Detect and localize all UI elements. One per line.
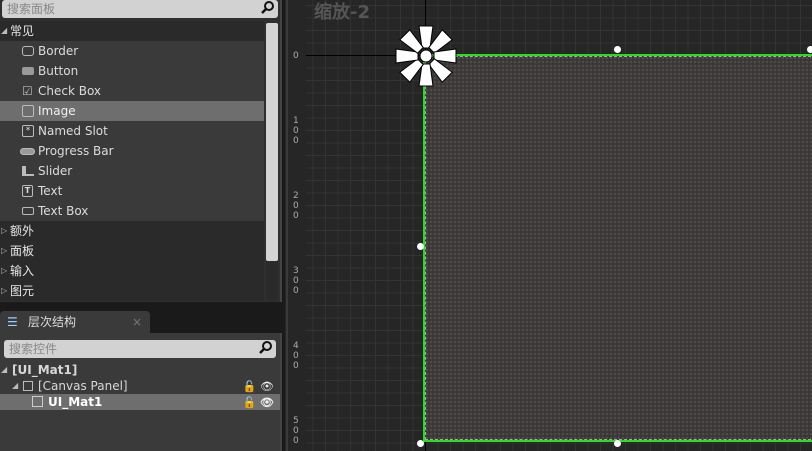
resize-handle-bottom-left[interactable]	[417, 440, 424, 447]
item-label: Border	[38, 44, 79, 58]
zoom-label: 缩放-2	[314, 2, 370, 23]
ruler-label: 300	[293, 266, 299, 296]
expanded-arrow-icon: ◢	[1, 365, 8, 374]
collapsed-arrow-icon: ▷	[1, 226, 8, 235]
tree-item-ui-mat1[interactable]: UI_Mat1 🔓 👁	[0, 394, 280, 410]
checkbox-icon: ☑	[22, 84, 33, 98]
text-icon: T	[22, 185, 33, 197]
collapsed-arrow-icon: ▷	[1, 246, 8, 255]
item-label: Text	[38, 184, 63, 198]
ruler-label: 0	[293, 51, 299, 61]
close-icon[interactable]: ×	[132, 311, 142, 333]
button-icon	[22, 67, 34, 75]
category-label: 面板	[10, 244, 35, 258]
category-input[interactable]: ▷ 输入	[0, 261, 264, 281]
category-primitive[interactable]: ▷ 图元	[0, 281, 264, 301]
tree-label: [Canvas Panel]	[38, 379, 128, 393]
category-label: 输入	[10, 264, 35, 278]
category-label: 额外	[10, 224, 35, 238]
expanded-arrow-icon: ◢	[1, 26, 8, 35]
item-label: Check Box	[38, 84, 102, 98]
tab-hierarchy[interactable]: ☰ 层次结构 ×	[0, 311, 150, 333]
hierarchy-panel: 搜索控件 ◢ [UI_Mat1] ◢ [Canvas Panel] 🔓 👁 UI_Ma…	[0, 333, 282, 451]
tab-label: 层次结构	[28, 315, 77, 329]
category-common[interactable]: ◢ 常见	[0, 21, 264, 41]
border-icon	[22, 46, 34, 56]
row-controls: 🔓 👁	[243, 379, 274, 395]
item-label: Named Slot	[38, 124, 108, 138]
palette-item-border[interactable]: Border	[0, 41, 264, 61]
palette-search-input[interactable]: 搜索面板	[2, 0, 278, 18]
palette-item-image[interactable]: Image	[0, 101, 264, 121]
collapsed-arrow-icon: ▷	[1, 286, 8, 295]
slider-icon	[22, 166, 34, 176]
palette-panel: 搜索面板 ◢ 常见 Border Button ☑ Check Box Image …	[0, 0, 282, 302]
image-widget-ui-mat1[interactable]	[423, 54, 812, 442]
category-label: 常见	[10, 24, 35, 38]
resize-handle-top[interactable]	[614, 46, 621, 53]
canvas-panel-icon	[23, 381, 33, 391]
scrollbar-track[interactable]	[266, 261, 278, 301]
image-icon	[22, 105, 34, 117]
vertical-ruler: 0 100 200 300 400 500	[286, 0, 306, 451]
item-label: Slider	[38, 164, 73, 178]
widget-search-input[interactable]: 搜索控件	[4, 340, 276, 358]
search-placeholder: 搜索控件	[9, 342, 58, 356]
category-extra[interactable]: ▷ 额外	[0, 221, 264, 241]
category-label: 图元	[10, 284, 35, 298]
expanded-arrow-icon: ◢	[12, 381, 19, 390]
item-label: Button	[38, 64, 79, 78]
palette-item-slider[interactable]: Slider	[0, 161, 264, 181]
scrollbar-thumb[interactable]	[266, 23, 278, 261]
palette-item-text-box[interactable]: Text Box	[0, 201, 264, 221]
palette-item-text[interactable]: T Text	[0, 181, 264, 201]
search-icon[interactable]	[259, 341, 272, 354]
progress-bar-icon	[20, 148, 35, 155]
palette-item-checkbox[interactable]: ☑ Check Box	[0, 81, 264, 101]
item-label: Text Box	[38, 204, 89, 218]
palette-item-named-slot[interactable]: * Named Slot	[0, 121, 264, 141]
eye-icon[interactable]: 👁	[260, 380, 274, 393]
text-box-icon	[22, 207, 34, 215]
left-panel: 搜索面板 ◢ 常见 Border Button ☑ Check Box Image …	[0, 0, 285, 451]
ruler-label: 500	[293, 416, 299, 446]
resize-handle-top-right[interactable]	[807, 46, 812, 53]
eye-icon[interactable]: 👁	[260, 396, 274, 409]
designer-canvas[interactable]: 缩放-2	[306, 0, 812, 451]
collapsed-arrow-icon: ▷	[1, 266, 8, 275]
ruler-label: 200	[293, 191, 299, 221]
ruler-label: 100	[293, 116, 299, 146]
resize-handle-left[interactable]	[417, 243, 424, 250]
palette-item-button[interactable]: Button	[0, 61, 264, 81]
tree-label: [UI_Mat1]	[12, 363, 78, 377]
tree-item-root[interactable]: ◢ [UI_Mat1]	[0, 362, 280, 378]
category-panel[interactable]: ▷ 面板	[0, 241, 264, 261]
image-icon	[32, 396, 43, 407]
anchor-icon[interactable]	[394, 24, 458, 88]
search-icon[interactable]	[261, 1, 274, 14]
item-label: Image	[38, 104, 76, 118]
ruler-label: 400	[293, 341, 299, 371]
unlock-icon[interactable]: 🔓	[242, 396, 256, 409]
palette-item-progress-bar[interactable]: Progress Bar	[0, 141, 264, 161]
named-slot-icon: *	[22, 125, 34, 137]
row-controls: 🔓 👁	[242, 395, 274, 411]
item-label: Progress Bar	[38, 144, 114, 158]
hierarchy-icon: ☰	[7, 315, 18, 329]
resize-handle-bottom[interactable]	[614, 440, 621, 447]
tree-label: UI_Mat1	[48, 395, 103, 409]
search-placeholder: 搜索面板	[7, 2, 56, 16]
tree-item-canvas-panel[interactable]: ◢ [Canvas Panel] 🔓 👁	[0, 378, 280, 394]
unlock-icon[interactable]: 🔓	[243, 380, 257, 393]
